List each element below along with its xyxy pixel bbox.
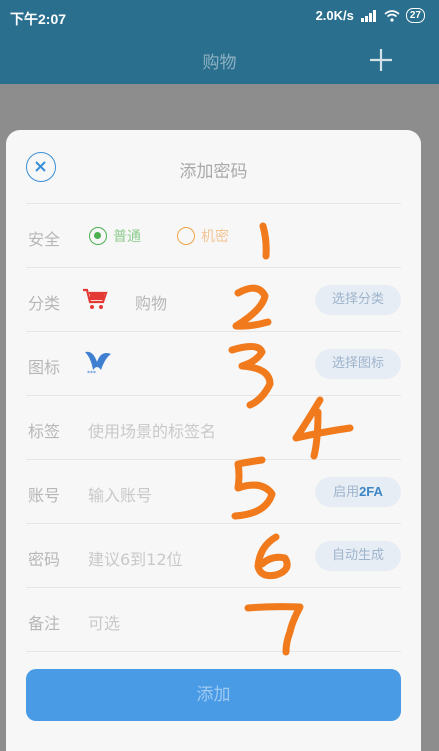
svg-text:***: *** <box>87 370 96 376</box>
auto-generate-button[interactable]: 自动生成 <box>315 541 401 571</box>
divider <box>26 523 401 524</box>
tag-label: 标签 <box>28 422 61 441</box>
status-time: 下午2:07 <box>10 11 67 27</box>
radio-checked-icon <box>89 227 107 245</box>
network-speed: 2.0K/s <box>315 8 354 23</box>
divider <box>26 395 401 396</box>
wifi-icon <box>384 9 400 22</box>
shopping-cart-icon <box>83 288 108 309</box>
note-input[interactable]: 可选 <box>88 610 120 634</box>
add-password-sheet: 添加密码 安全 普通 机密 分类 购物 选择分类 图标 *** 选择图标 标签 … <box>6 130 421 751</box>
divider <box>26 587 401 588</box>
enable-2fa-prefix: 启用 <box>333 485 360 500</box>
radio-secret-label: 机密 <box>201 229 229 245</box>
security-label: 安全 <box>28 230 61 249</box>
battery-icon: 27 <box>405 8 425 23</box>
divider <box>26 267 401 268</box>
select-icon-button[interactable]: 选择图标 <box>315 349 401 379</box>
tag-input[interactable]: 使用场景的标签名 <box>88 418 216 442</box>
sheet-title: 添加密码 <box>179 162 248 182</box>
category-label: 分类 <box>28 294 61 313</box>
radio-normal[interactable]: 普通 <box>89 226 141 246</box>
category-value: 购物 <box>135 294 168 313</box>
account-label: 账号 <box>28 486 61 505</box>
note-label: 备注 <box>28 614 61 633</box>
divider <box>26 331 401 332</box>
icon-label: 图标 <box>28 358 61 377</box>
enable-2fa-button[interactable]: 启用2FA <box>315 477 401 507</box>
divider <box>26 651 401 652</box>
radio-normal-label: 普通 <box>113 229 141 245</box>
radio-unchecked-icon <box>177 227 195 245</box>
status-right: 2.0K/s 27 <box>316 8 425 23</box>
enable-2fa-suffix: 2FA <box>359 484 383 499</box>
divider <box>26 203 401 204</box>
password-label: 密码 <box>28 550 61 569</box>
account-input[interactable]: 输入账号 <box>88 482 152 506</box>
password-input[interactable]: 建议6到12位 <box>88 546 183 570</box>
select-category-button[interactable]: 选择分类 <box>315 285 401 315</box>
radio-secret[interactable]: 机密 <box>177 226 229 246</box>
brand-logo-icon: *** <box>85 351 111 376</box>
signal-icon <box>360 9 376 22</box>
add-button[interactable]: 添加 <box>26 669 401 721</box>
app-bar: 购物 <box>0 38 439 84</box>
divider <box>26 459 401 460</box>
add-icon[interactable] <box>367 46 395 74</box>
status-bar: 下午2:07 2.0K/s 27 <box>0 0 439 38</box>
